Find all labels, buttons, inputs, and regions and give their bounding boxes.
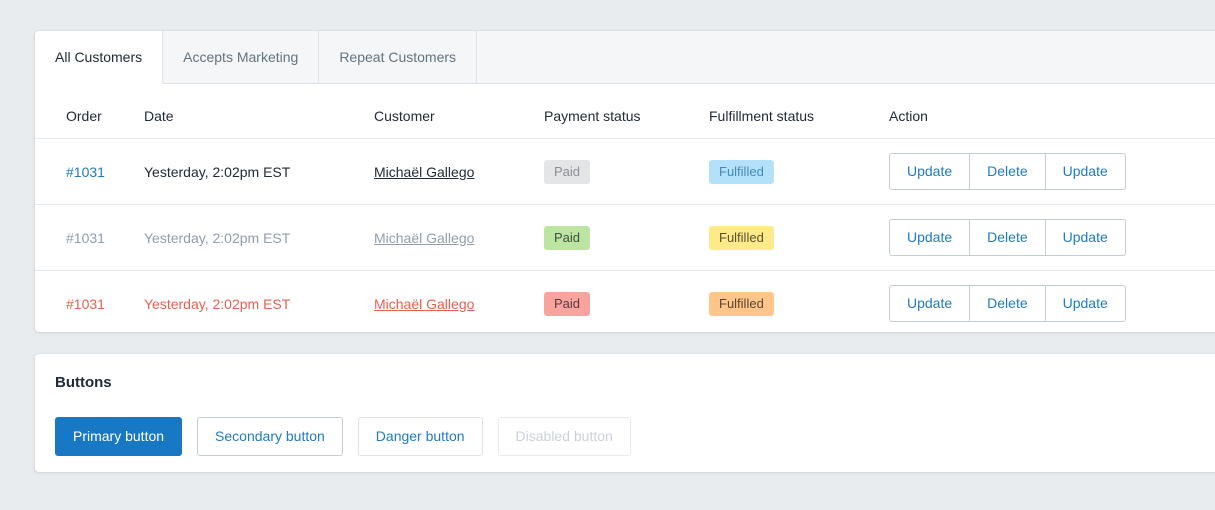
tab-label: Accepts Marketing	[183, 49, 299, 65]
orders-table: Order Date Customer Payment status Fulfillme…	[35, 84, 1215, 332]
cell-action: Update Delete Update	[889, 204, 1215, 271]
buttons-row: Primary button Secondary button Danger but…	[55, 417, 1215, 456]
update-button[interactable]: Update	[1045, 153, 1126, 190]
tab-all-customers[interactable]: All Customers	[35, 31, 164, 84]
status-badge: Paid	[544, 225, 591, 250]
orders-card: All Customers Accepts Marketing Repeat Cus…	[35, 31, 1215, 332]
cell-order: #1031	[35, 138, 144, 205]
cell-fulfillment-status: Fulfilled	[709, 271, 889, 333]
disabled-button: Disabled button	[497, 417, 631, 456]
cell-action: Update Delete Update	[889, 271, 1215, 333]
update-button[interactable]: Update	[1045, 285, 1126, 322]
cell-customer: Michaël Gallego	[374, 204, 544, 271]
cell-payment-status: Paid	[544, 204, 709, 271]
action-button-group: Update Delete Update	[889, 153, 1126, 190]
buttons-card-title: Buttons	[55, 374, 112, 391]
orders-table-body: #1031 Yesterday, 2:02pm EST Michaël Galleg…	[35, 138, 1215, 333]
tab-bar-filler	[477, 31, 1215, 83]
column-header-payment-status: Payment status	[544, 84, 709, 139]
table-row[interactable]: #1031 Yesterday, 2:02pm EST Michaël Galleg…	[35, 271, 1215, 333]
status-badge: Paid	[544, 291, 591, 316]
tab-accepts-marketing[interactable]: Accepts Marketing	[163, 31, 320, 83]
customer-link[interactable]: Michaël Gallego	[374, 296, 474, 312]
action-button-group: Update Delete Update	[889, 219, 1126, 256]
cell-order: #1031	[35, 271, 144, 333]
primary-button[interactable]: Primary button	[55, 417, 183, 456]
cell-payment-status: Paid	[544, 271, 709, 333]
cell-date: Yesterday, 2:02pm EST	[144, 204, 374, 271]
status-badge: Fulfilled	[709, 225, 774, 250]
order-link[interactable]: #1031	[66, 296, 105, 312]
update-button[interactable]: Update	[889, 219, 971, 256]
cell-payment-status: Paid	[544, 138, 709, 205]
update-button[interactable]: Update	[1045, 219, 1126, 256]
cell-fulfillment-status: Fulfilled	[709, 204, 889, 271]
delete-button[interactable]: Delete	[970, 285, 1046, 322]
delete-button[interactable]: Delete	[970, 153, 1046, 190]
customer-link[interactable]: Michaël Gallego	[374, 164, 474, 180]
orders-table-header-row: Order Date Customer Payment status Fulfillme…	[35, 84, 1215, 139]
orders-table-head: Order Date Customer Payment status Fulfillme…	[35, 84, 1215, 139]
buttons-card: Buttons Primary button Secondary button Da…	[35, 354, 1215, 472]
update-button[interactable]: Update	[889, 153, 971, 190]
table-row[interactable]: #1031 Yesterday, 2:02pm EST Michaël Galleg…	[35, 138, 1215, 205]
page-root: All Customers Accepts Marketing Repeat Cus…	[0, 0, 1215, 510]
status-badge: Paid	[544, 159, 591, 184]
column-header-action: Action	[889, 84, 1215, 139]
cell-customer: Michaël Gallego	[374, 271, 544, 333]
order-link[interactable]: #1031	[66, 230, 105, 246]
cell-fulfillment-status: Fulfilled	[709, 138, 889, 205]
secondary-button[interactable]: Secondary button	[197, 417, 343, 456]
cell-date: Yesterday, 2:02pm EST	[144, 138, 374, 205]
cell-date: Yesterday, 2:02pm EST	[144, 295, 291, 312]
table-row[interactable]: #1031 Yesterday, 2:02pm EST Michaël Galleg…	[35, 204, 1215, 271]
cell-order: #1031	[35, 204, 144, 271]
cell-action: Update Delete Update	[889, 138, 1215, 205]
order-link[interactable]: #1031	[66, 164, 105, 180]
tab-repeat-customers[interactable]: Repeat Customers	[319, 31, 478, 83]
tab-label: All Customers	[55, 49, 143, 65]
column-header-fulfillment-status: Fulfillment status	[709, 84, 889, 139]
column-header-customer: Customer	[374, 84, 544, 139]
danger-button[interactable]: Danger button	[357, 417, 483, 456]
action-button-group: Update Delete Update	[889, 285, 1126, 322]
status-badge: Fulfilled	[709, 159, 774, 184]
column-header-date: Date	[144, 84, 374, 139]
cell-customer: Michaël Gallego	[374, 138, 544, 205]
update-button[interactable]: Update	[889, 285, 971, 322]
status-badge: Fulfilled	[709, 291, 774, 316]
column-header-order: Order	[35, 84, 144, 139]
customer-tabs: All Customers Accepts Marketing Repeat Cus…	[35, 31, 1215, 84]
buttons-card-section: Buttons Primary button Secondary button Da…	[35, 354, 1215, 476]
delete-button[interactable]: Delete	[970, 219, 1046, 256]
customer-link[interactable]: Michaël Gallego	[374, 230, 474, 246]
tab-label: Repeat Customers	[339, 49, 457, 65]
